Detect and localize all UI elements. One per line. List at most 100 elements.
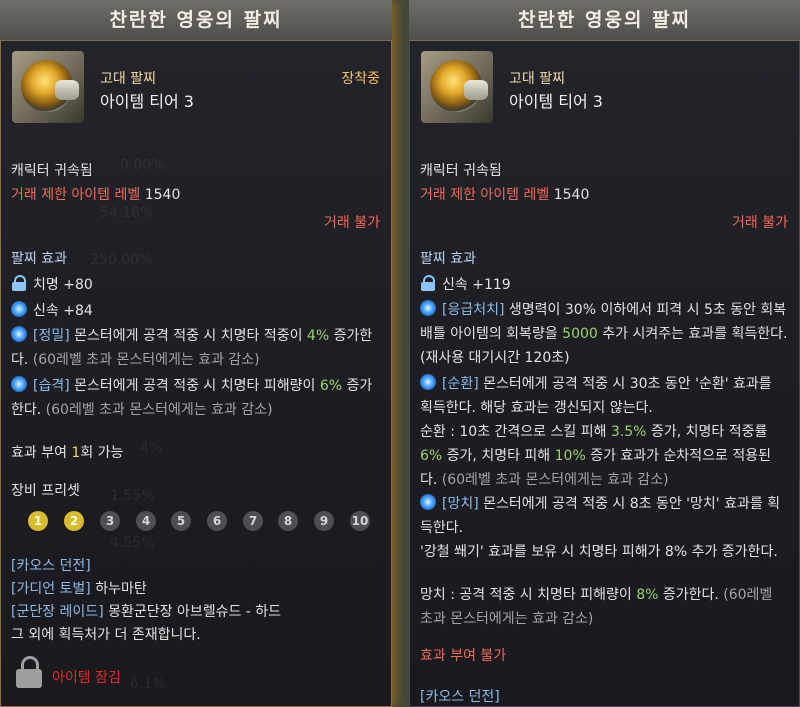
stat-text: 신속 +119 <box>442 277 511 293</box>
equipped-badge: 장착중 <box>341 71 380 87</box>
item-grade: 고대 팔찌 <box>100 71 156 87</box>
trade-level-row: 거래 제한 아이템 레벨 1540 <box>11 184 180 204</box>
effect-cycle: [순환] 몬스터에게 공격 적중 시 30초 동안 '순환' 효과를 획득한다.… <box>420 372 788 420</box>
background-stat-text: 6.1% <box>130 676 166 692</box>
source-tag: [카오스 던전] <box>11 558 91 574</box>
preset-button[interactable]: 3 <box>100 511 120 531</box>
stat-text: 치명 +80 <box>33 277 93 293</box>
item-grade: 고대 팔찌 <box>509 71 565 87</box>
padlock-icon <box>16 656 42 688</box>
grant-suffix: 회 가능 <box>80 445 124 461</box>
effect-text: '강철 쐐기' 효과를 보유 시 치명타 피해가 8% 추가 증가한다. <box>420 544 778 560</box>
effect-note: (60레벨 초과 몬스터에게는 효과 감소) <box>441 472 669 488</box>
grant-row: 효과 부여 1회 가능 <box>11 442 123 462</box>
effect-text: 순환 : 10초 간격으로 스킬 피해 <box>420 424 611 440</box>
stat-row: 신속 +84 <box>11 300 93 320</box>
effect-text: 증가한다. <box>658 587 724 603</box>
bind-status: 캐릭터 귀속됨 <box>420 163 502 179</box>
spiral-icon <box>420 300 436 316</box>
trade-status: 거래 불가 <box>732 215 788 231</box>
effect-value: 6% <box>420 448 443 464</box>
item-tier: 아이템 티어 3 <box>509 92 603 111</box>
preset-button[interactable]: 7 <box>243 511 263 531</box>
effect-tag: [정밀] <box>33 328 70 344</box>
effect-note: (60레벨 초과 몬스터에게는 효과 감소) <box>45 402 273 418</box>
spiral-icon <box>420 494 436 510</box>
bracelet-icon <box>421 51 493 123</box>
effect-tag: [망치] <box>442 496 479 512</box>
equipped-item-tooltip: 0.00% 54.18% 250.00% 1.55% 4.55% 4% 6.1%… <box>0 0 392 707</box>
source-tag: [가디언 토벌] <box>11 581 91 597</box>
background-stat-text: 0.00% <box>120 157 165 173</box>
effect-text: 증가, 치명타 적중률 <box>646 424 768 440</box>
effect-tag: [습격] <box>33 378 70 394</box>
source-tag: [군단장 레이드] <box>11 604 104 620</box>
background-stat-text: 1.55% <box>110 488 155 504</box>
stat-row: 신속 +119 <box>420 274 511 294</box>
grant-count: 1 <box>71 445 81 461</box>
effect-first-aid: [응급처치] 생명력이 30% 이하에서 피격 시 5초 동안 회복 배틀 아이… <box>420 298 788 370</box>
item-header: 고대 팔찌 아이템 티어 3 장착중 <box>0 41 392 137</box>
trade-level-value: 1540 <box>144 187 181 203</box>
trade-level-label: 거래 제한 아이템 레벨 <box>420 187 550 203</box>
item-locked-label: 아이템 잠김 <box>52 670 121 686</box>
source-row: [카오스 던전] <box>11 555 91 575</box>
preset-button[interactable]: 8 <box>278 511 298 531</box>
spiral-icon <box>11 301 27 317</box>
effect-header: 팔찌 효과 <box>11 251 67 267</box>
effect-tag: [순환] <box>442 376 479 392</box>
grant-status: 효과 부여 불가 <box>420 648 507 664</box>
trade-status: 거래 불가 <box>324 215 380 231</box>
spiral-icon <box>11 376 27 392</box>
trade-level-row: 거래 제한 아이템 레벨 1540 <box>420 184 589 204</box>
background-stat-text: 54.18% <box>100 205 154 221</box>
lock-icon <box>420 275 436 291</box>
item-tier: 아이템 티어 3 <box>100 92 194 111</box>
preset-button[interactable]: 9 <box>314 511 334 531</box>
tooltip-title: 찬란한 영웅의 팔찌 <box>0 0 392 41</box>
background-stat-text: 4.55% <box>110 535 155 551</box>
source-detail: 몽환군단장 아브렐슈드 - 하드 <box>103 604 282 620</box>
effect-ambush: [습격] 몬스터에게 공격 적중 시 치명타 피해량이 6% 증가한다. (60… <box>11 374 379 422</box>
effect-text: 망치 : 공격 적중 시 치명타 피해량이 <box>420 587 637 603</box>
preset-button[interactable]: 4 <box>136 511 156 531</box>
effect-hammer-sub: 망치 : 공격 적중 시 치명타 피해량이 8% 증가한다. (60레벨 초과 … <box>420 583 788 631</box>
effect-hammer-detail: '강철 쐐기' 효과를 보유 시 치명타 피해가 8% 추가 증가한다. <box>420 540 788 564</box>
item-header: 고대 팔찌 아이템 티어 3 <box>409 41 800 137</box>
effect-header: 팔찌 효과 <box>420 251 476 267</box>
bracelet-icon <box>12 51 84 123</box>
effect-hammer: [망치] 몬스터에게 공격 적중 시 8초 동안 '망치' 효과를 획득한다. <box>420 492 788 540</box>
more-sources: 그 외에 획득처가 더 존재합니다. <box>11 627 201 643</box>
background-stat-text: 4% <box>140 440 163 456</box>
trade-level-label: 거래 제한 아이템 레벨 <box>11 187 141 203</box>
preset-button[interactable]: 10 <box>350 511 370 531</box>
tooltip-title: 찬란한 영웅의 팔찌 <box>409 0 800 41</box>
preset-label: 장비 프리셋 <box>11 483 80 499</box>
source-tag: [카오스 던전] <box>420 689 500 705</box>
spiral-icon <box>420 374 436 390</box>
effect-text: 몬스터에게 공격 적중 시 치명타 적중이 <box>69 328 307 344</box>
lock-icon <box>11 275 27 291</box>
effect-value: 6% <box>319 378 343 394</box>
compare-item-tooltip: 찬란한 영웅의 팔찌 고대 팔찌 아이템 티어 3 캐릭터 귀속됨 거래 제한 … <box>409 0 800 707</box>
preset-button[interactable]: 6 <box>207 511 227 531</box>
spiral-icon <box>11 326 27 342</box>
bind-status: 캐릭터 귀속됨 <box>11 163 93 179</box>
preset-button[interactable]: 1 <box>28 511 48 531</box>
source-row: [군단장 레이드] 몽환군단장 아브렐슈드 - 하드 <box>11 601 281 621</box>
effect-tag: [응급처치] <box>442 302 505 318</box>
preset-button[interactable]: 5 <box>171 511 191 531</box>
effect-value: 5000 <box>562 326 598 342</box>
preset-button[interactable]: 2 <box>64 511 84 531</box>
effect-text: 증가, 치명타 피해 <box>442 448 555 464</box>
background-stat-text: 250.00% <box>90 252 153 268</box>
effect-note: (60레벨 초과 몬스터에게는 효과 감소) <box>32 352 260 368</box>
effect-value: 10% <box>554 448 586 464</box>
effect-cycle-detail: 순환 : 10초 간격으로 스킬 피해 3.5% 증가, 치명타 적중률 6% … <box>420 420 788 492</box>
source-detail: 하누마탄 <box>90 581 147 597</box>
grant-label: 효과 부여 <box>11 445 72 461</box>
effect-value: 3.5% <box>610 424 647 440</box>
effect-value: 8% <box>636 587 659 603</box>
stat-row: 치명 +80 <box>11 274 93 294</box>
effect-text: 몬스터에게 공격 적중 시 치명타 피해량이 <box>69 378 320 394</box>
